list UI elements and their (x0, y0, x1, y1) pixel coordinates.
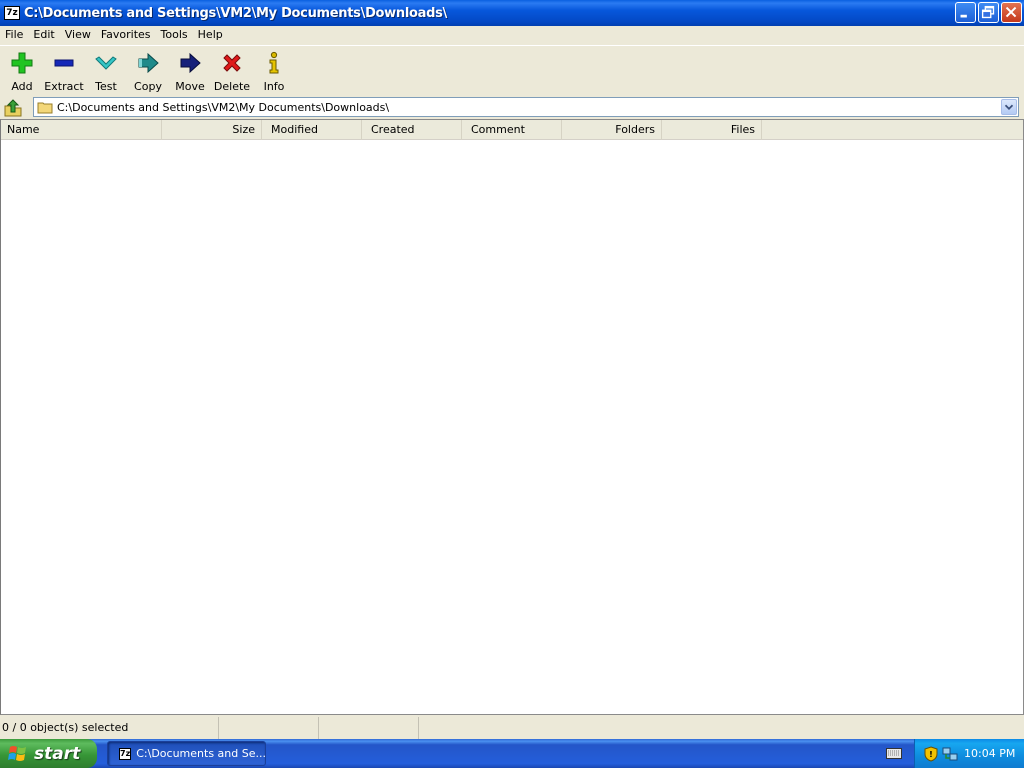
menu-help[interactable]: Help (193, 26, 228, 44)
copy-button[interactable]: Copy (127, 46, 169, 94)
extract-label: Extract (44, 80, 84, 93)
column-created[interactable]: Created (362, 120, 462, 140)
address-combobox[interactable]: C:\Documents and Settings\VM2\My Documen… (33, 97, 1019, 117)
address-path: C:\Documents and Settings\VM2\My Documen… (57, 100, 390, 114)
status-bar: 0 / 0 object(s) selected (0, 717, 1024, 739)
move-button[interactable]: Move (169, 46, 211, 94)
status-cell-2 (219, 717, 319, 739)
add-label: Add (11, 80, 33, 93)
column-headers: Name Size Modified Created Comment Folde… (1, 120, 1023, 140)
plus-icon (11, 52, 33, 74)
task-label: C:\Documents and Se... (136, 747, 266, 760)
extract-button[interactable]: Extract (43, 46, 85, 94)
menu-tools[interactable]: Tools (156, 26, 193, 44)
app-icon: 7z (4, 6, 20, 20)
column-modified[interactable]: Modified (262, 120, 362, 140)
menu-bar: File Edit View Favorites Tools Help (0, 26, 1024, 44)
network-icon[interactable] (942, 746, 958, 762)
chevron-down-icon (1004, 104, 1014, 110)
start-button[interactable]: start (0, 739, 97, 768)
windows-logo-icon (8, 745, 26, 761)
menu-file[interactable]: File (0, 26, 28, 44)
keyboard-icon[interactable] (886, 747, 902, 759)
restore-icon (981, 5, 995, 19)
file-list[interactable]: Name Size Modified Created Comment Folde… (0, 119, 1024, 715)
status-selection: 0 / 0 object(s) selected (0, 717, 219, 739)
info-button[interactable]: Info (253, 46, 295, 94)
toolbar: Add Extract Test Copy Move Delete Info (0, 45, 1024, 95)
folder-icon (37, 102, 53, 114)
task-app-icon: 7z (119, 747, 132, 760)
address-row: C:\Documents and Settings\VM2\My Documen… (0, 96, 1024, 118)
taskbar: start 7z C:\Documents and Se... ! 10:04 … (0, 739, 1024, 768)
address-dropdown-button[interactable] (1001, 99, 1017, 115)
test-button[interactable]: Test (85, 46, 127, 94)
close-icon (1005, 6, 1017, 18)
delete-x-icon (223, 54, 241, 72)
title-bar[interactable]: 7z C:\Documents and Settings\VM2\My Docu… (0, 0, 1024, 26)
status-cell-3 (319, 717, 419, 739)
folder-up-icon[interactable] (3, 98, 23, 118)
delete-button[interactable]: Delete (211, 46, 253, 94)
close-button[interactable] (1001, 2, 1022, 23)
copy-arrow-icon (138, 52, 159, 74)
copy-label: Copy (134, 80, 162, 93)
info-label: Info (263, 80, 285, 93)
column-files[interactable]: Files (662, 120, 762, 140)
info-icon (269, 51, 279, 74)
clock[interactable]: 10:04 PM (964, 747, 1015, 760)
minimize-button[interactable] (955, 2, 976, 23)
menu-view[interactable]: View (60, 26, 96, 44)
column-size[interactable]: Size (162, 120, 262, 140)
column-name[interactable]: Name (1, 120, 162, 140)
start-label: start (34, 743, 81, 764)
checkmark-icon (95, 56, 117, 70)
security-shield-icon[interactable]: ! (924, 745, 938, 762)
menu-favorites[interactable]: Favorites (96, 26, 156, 44)
menu-edit[interactable]: Edit (28, 26, 59, 44)
minimize-icon (960, 14, 967, 18)
delete-label: Delete (213, 80, 251, 93)
move-arrow-icon (180, 52, 201, 74)
move-label: Move (175, 80, 205, 93)
svg-text:!: ! (929, 750, 933, 759)
restore-button[interactable] (978, 2, 999, 23)
taskbar-window-button[interactable]: 7z C:\Documents and Se... (107, 741, 266, 766)
column-comment[interactable]: Comment (462, 120, 562, 140)
window-title: C:\Documents and Settings\VM2\My Documen… (24, 5, 448, 21)
system-tray: ! 10:04 PM (914, 739, 1024, 768)
minus-icon (54, 59, 74, 67)
add-button[interactable]: Add (1, 46, 43, 94)
column-folders[interactable]: Folders (562, 120, 662, 140)
window-controls (955, 2, 1022, 23)
test-label: Test (95, 80, 117, 93)
